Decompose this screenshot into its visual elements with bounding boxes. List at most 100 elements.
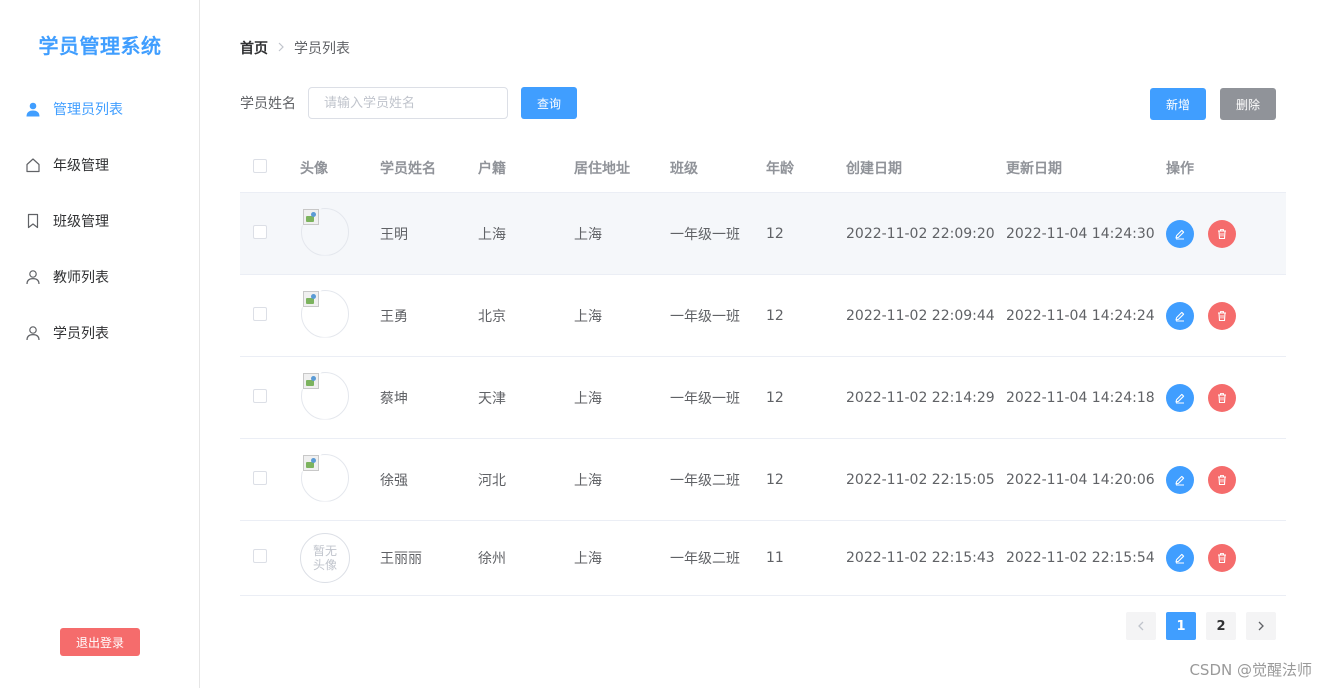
- delete-button[interactable]: [1208, 219, 1236, 248]
- delete-button[interactable]: [1208, 544, 1236, 572]
- cell-address: 上海: [574, 390, 602, 407]
- avatar-broken-image: [300, 289, 350, 339]
- next-page-button[interactable]: [1246, 612, 1276, 640]
- page-button[interactable]: 1: [1166, 612, 1196, 640]
- edit-icon: [1175, 475, 1185, 485]
- header-actions: 操作: [1166, 160, 1194, 177]
- cell-class: 一年级二班: [670, 551, 740, 567]
- sidebar-item-admin-list[interactable]: 管理员列表: [0, 81, 199, 137]
- row-checkbox[interactable]: [253, 306, 267, 321]
- batch-delete-button[interactable]: 删除: [1220, 88, 1276, 120]
- search-label: 学员姓名: [240, 96, 296, 112]
- cell-address: 上海: [574, 551, 602, 567]
- row-checkbox[interactable]: [253, 470, 267, 485]
- sidebar-item-grade-management[interactable]: 年级管理: [0, 137, 199, 193]
- cell-created: 2022-11-02 22:14:29: [846, 389, 995, 406]
- prev-page-button[interactable]: [1126, 612, 1156, 640]
- cell-updated: 2022-11-04 14:24:30: [1006, 225, 1155, 242]
- edit-icon: [1175, 553, 1185, 564]
- cell-created: 2022-11-02 22:15:05: [846, 471, 995, 488]
- chevron-left-icon: [1138, 621, 1144, 631]
- trash-icon: [1218, 392, 1226, 403]
- pagination: 1 2: [1126, 612, 1286, 640]
- avatar-broken-image: [300, 371, 350, 421]
- page-button[interactable]: 2: [1206, 612, 1236, 640]
- trash-icon: [1218, 228, 1226, 239]
- avatar-broken-image: [300, 207, 350, 257]
- edit-icon: [1175, 393, 1185, 403]
- table-row: 蔡坤 天津 上海 一年级一班 12 2022-11-02 22:14:29 20…: [240, 357, 1286, 439]
- row-checkbox[interactable]: [253, 549, 267, 563]
- delete-button[interactable]: [1208, 383, 1236, 412]
- sidebar-item-label: 学员列表: [53, 326, 109, 342]
- sidebar-menu: 管理员列表 年级管理 班级管理 教师列表 学员列表: [0, 81, 199, 361]
- cell-age: 12: [766, 225, 784, 242]
- cell-address: 上海: [574, 226, 602, 243]
- row-checkbox[interactable]: [253, 388, 267, 403]
- cell-hometown: 北京: [478, 308, 506, 325]
- cell-updated: 2022-11-02 22:15:54: [1006, 550, 1155, 566]
- cell-age: 11: [766, 550, 784, 566]
- trash-icon: [1218, 474, 1226, 485]
- cell-hometown: 徐州: [478, 551, 506, 567]
- cell-created: 2022-11-02 22:09:44: [846, 307, 995, 324]
- cell-updated: 2022-11-04 14:24:24: [1006, 307, 1155, 324]
- cell-address: 上海: [574, 308, 602, 325]
- cell-age: 12: [766, 471, 784, 488]
- cell-updated: 2022-11-04 14:24:18: [1006, 389, 1155, 406]
- breadcrumb-current: 学员列表: [294, 41, 350, 57]
- edit-button[interactable]: [1166, 219, 1194, 248]
- student-name-search-input[interactable]: [308, 87, 508, 119]
- query-button[interactable]: 查询: [521, 87, 577, 119]
- sidebar-item-label: 年级管理: [53, 158, 109, 174]
- delete-button[interactable]: [1208, 465, 1236, 494]
- cell-class: 一年级一班: [670, 390, 740, 407]
- edit-icon: [1175, 311, 1185, 321]
- app-title: 学员管理系统: [38, 34, 162, 58]
- cell-updated: 2022-11-04 14:20:06: [1006, 471, 1155, 488]
- select-all-checkbox[interactable]: [253, 158, 267, 173]
- cell-name: 蔡坤: [380, 390, 408, 407]
- edit-button[interactable]: [1166, 383, 1194, 412]
- table-row: 王明 上海 上海 一年级一班 12 2022-11-02 22:09:20 20…: [240, 193, 1286, 275]
- header-name: 学员姓名: [380, 160, 436, 177]
- sidebar-item-label: 管理员列表: [53, 102, 123, 118]
- trash-icon: [1218, 310, 1226, 321]
- bookmark-icon: [24, 212, 42, 230]
- sidebar-item-student-list[interactable]: 学员列表: [0, 305, 199, 361]
- row-checkbox[interactable]: [253, 224, 267, 239]
- cell-class: 一年级一班: [670, 308, 740, 325]
- cell-hometown: 河北: [478, 472, 506, 489]
- avatar-placeholder-text: 暂无 头像: [312, 544, 337, 572]
- table-row: 暂无 头像 王丽丽 徐州 上海 一年级二班 11 2022-11-02 22:1…: [240, 521, 1286, 596]
- user-icon: [24, 324, 42, 342]
- delete-button[interactable]: [1208, 301, 1236, 330]
- breadcrumb-home[interactable]: 首页: [240, 38, 268, 58]
- header-hometown: 户籍: [478, 160, 506, 177]
- logout-button[interactable]: 退出登录: [60, 628, 140, 656]
- header-address: 居住地址: [574, 160, 630, 177]
- sidebar-item-class-management[interactable]: 班级管理: [0, 193, 199, 249]
- header-age: 年龄: [766, 160, 794, 177]
- table-row: 王勇 北京 上海 一年级一班 12 2022-11-02 22:09:44 20…: [240, 275, 1286, 357]
- edit-button[interactable]: [1166, 301, 1194, 330]
- sidebar: 学员管理系统 管理员列表 年级管理 班级管理 教师列表 学员列表 退出登录: [0, 0, 200, 688]
- edit-button[interactable]: [1166, 465, 1194, 494]
- chevron-right-icon: [277, 41, 285, 55]
- cell-name: 王丽丽: [380, 551, 422, 567]
- sidebar-item-teacher-list[interactable]: 教师列表: [0, 249, 199, 305]
- header-avatar: 头像: [300, 160, 328, 177]
- avatar-placeholder: 暂无 头像: [300, 533, 350, 583]
- chevron-right-icon: [1258, 621, 1264, 631]
- sidebar-item-label: 班级管理: [53, 214, 109, 230]
- sidebar-item-label: 教师列表: [53, 270, 109, 286]
- cell-hometown: 天津: [478, 390, 506, 407]
- add-button[interactable]: 新增: [1150, 88, 1206, 120]
- cell-name: 王勇: [380, 308, 408, 325]
- student-table: 头像 学员姓名 户籍 居住地址 班级 年龄 创建日期 更新日期 操作 王明 上海…: [240, 143, 1286, 596]
- cell-class: 一年级一班: [670, 226, 740, 243]
- table-row: 徐强 河北 上海 一年级二班 12 2022-11-02 22:15:05 20…: [240, 439, 1286, 521]
- cell-address: 上海: [574, 472, 602, 489]
- trash-icon: [1218, 553, 1226, 564]
- edit-button[interactable]: [1166, 544, 1194, 572]
